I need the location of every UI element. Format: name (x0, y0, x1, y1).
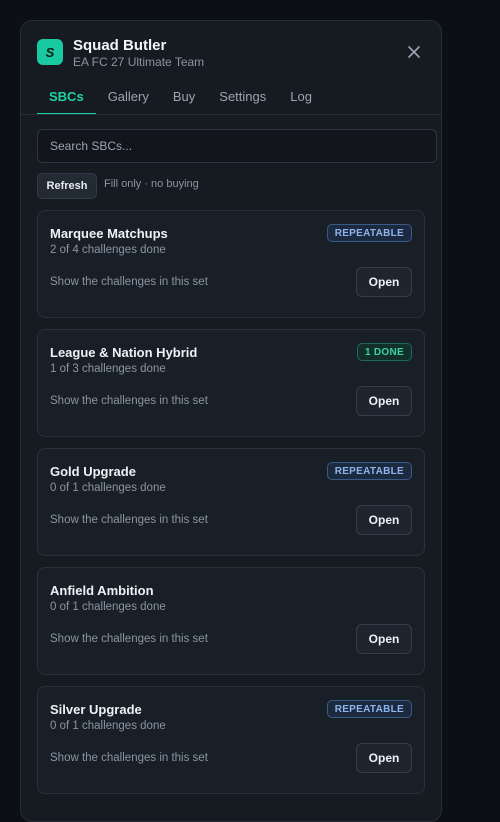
sbc-description: Show the challenges in this set (50, 276, 208, 288)
tab-buy[interactable]: Buy (161, 83, 207, 113)
close-icon (408, 46, 420, 58)
sbc-title: Silver Upgrade (50, 702, 142, 717)
repeatable-badge: REPEATABLE (326, 700, 412, 718)
sbc-card: Marquee Matchups 2 of 4 challenges done … (37, 210, 425, 318)
tab-log[interactable]: Log (278, 83, 324, 113)
open-button[interactable]: Open (356, 505, 412, 535)
tab-bar: SBCs Gallery Buy Settings Log (37, 83, 441, 115)
tab-gallery[interactable]: Gallery (96, 83, 161, 113)
tab-settings[interactable]: Settings (207, 83, 278, 113)
tab-sbcs[interactable]: SBCs (37, 83, 96, 115)
done-badge: 1 DONE (356, 343, 412, 361)
app-title: Squad Butler (73, 37, 167, 54)
sbc-progress: 1 of 3 challenges done (50, 363, 166, 375)
sbc-description: Show the challenges in this set (50, 395, 208, 407)
sbc-card: Anfield Ambition 0 of 1 challenges done … (37, 567, 425, 675)
sbc-description: Show the challenges in this set (50, 752, 208, 764)
sbc-progress: 2 of 4 challenges done (50, 244, 166, 256)
logo-icon: S (37, 39, 63, 65)
sbc-list: Marquee Matchups 2 of 4 challenges done … (37, 210, 425, 805)
sbc-title: Marquee Matchups (50, 226, 168, 241)
open-button[interactable]: Open (356, 267, 412, 297)
open-button[interactable]: Open (356, 743, 412, 773)
open-button[interactable]: Open (356, 624, 412, 654)
repeatable-badge: REPEATABLE (326, 224, 412, 242)
sbc-title: Anfield Ambition (50, 583, 154, 598)
refresh-button[interactable]: Refresh (37, 173, 97, 199)
sbc-card: Gold Upgrade 0 of 1 challenges done Show… (37, 448, 425, 556)
filter-note: Fill only · no buying (104, 178, 199, 190)
sbc-description: Show the challenges in this set (50, 633, 208, 645)
sbc-title: League & Nation Hybrid (50, 345, 198, 360)
panel-header: S Squad Butler EA FC 27 Ultimate Team (21, 21, 441, 83)
search-input[interactable] (37, 129, 437, 163)
sbc-progress: 0 of 1 challenges done (50, 720, 166, 732)
app-subtitle: EA FC 27 Ultimate Team (73, 55, 205, 69)
repeatable-badge: REPEATABLE (326, 462, 412, 480)
sbc-card: Silver Upgrade 0 of 1 challenges done Sh… (37, 686, 425, 794)
sbc-title: Gold Upgrade (50, 464, 136, 479)
sbc-card: League & Nation Hybrid 1 of 3 challenges… (37, 329, 425, 437)
close-button[interactable] (405, 43, 423, 61)
open-button[interactable]: Open (356, 386, 412, 416)
squad-butler-panel: S Squad Butler EA FC 27 Ultimate Team SB… (20, 20, 442, 822)
sbc-progress: 0 of 1 challenges done (50, 482, 166, 494)
header-divider (21, 114, 441, 115)
sbc-progress: 0 of 1 challenges done (50, 601, 166, 613)
sbc-description: Show the challenges in this set (50, 514, 208, 526)
